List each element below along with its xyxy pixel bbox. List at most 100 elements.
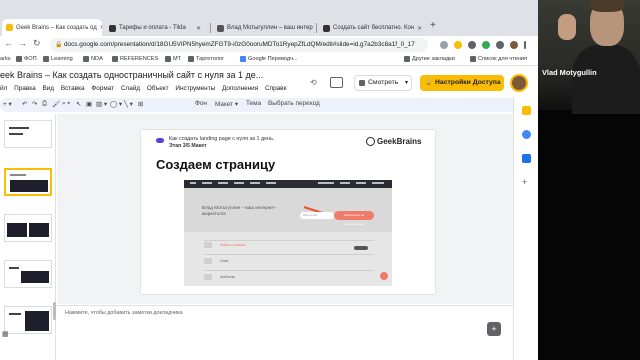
bookmark-item[interactable]: Learning (43, 56, 73, 62)
zoom-icon[interactable]: ⌕ ▾ (62, 100, 70, 108)
bookmark-label: ФОП (24, 56, 37, 62)
keep-icon[interactable] (522, 106, 531, 115)
add-addon-icon[interactable]: + (522, 178, 531, 187)
bookmark-item[interactable]: REFERENCES (112, 56, 158, 62)
reload-button[interactable]: ↻ (33, 38, 41, 49)
speaker-notes[interactable]: Нажмите, чтобы добавить заметки докладчи… (57, 305, 513, 360)
select-icon[interactable]: ↖ (76, 100, 81, 108)
tab-geekbrains[interactable]: Geek Brains – Как создать од ✕ (2, 19, 102, 36)
thumb-image (25, 311, 49, 331)
theme-button[interactable]: Тема (246, 100, 261, 107)
key-icon[interactable] (440, 41, 448, 49)
embed-row-text: Кейсы и отзывы (220, 243, 246, 247)
paint-format-icon[interactable]: 🖌 (52, 100, 60, 108)
menu-icon[interactable] (524, 41, 526, 49)
slide-filmstrip: ▦ (0, 114, 56, 360)
print-icon[interactable]: ⎙ (42, 100, 47, 108)
thumb-line (9, 127, 29, 129)
profile-icon[interactable] (510, 41, 518, 49)
bookmark-item[interactable]: Google Переводч... (240, 56, 298, 62)
tasks-icon[interactable] (522, 130, 531, 139)
slide-thumbnail[interactable] (4, 260, 52, 288)
thumb-line (9, 313, 21, 315)
tab-create-site[interactable]: Создать сайт бесплатно. Кон ✕ (319, 20, 423, 36)
back-button[interactable]: ← (4, 38, 13, 48)
puzzle-icon[interactable] (496, 41, 504, 49)
slide-thumbnail[interactable] (4, 120, 52, 148)
background-button[interactable]: Фон (195, 100, 207, 107)
thumb-line (9, 133, 23, 135)
tab-vlad[interactable]: Влад Мотыгуллин – ваш интер ✕ (213, 20, 313, 36)
comment-icon[interactable] (330, 77, 343, 88)
bookmark-item[interactable]: Другие закладки (404, 56, 455, 62)
history-icon[interactable]: ⟲ (310, 78, 317, 87)
new-tab-button[interactable]: + (430, 20, 436, 31)
menu-insert[interactable]: Вставка (61, 85, 85, 92)
menu-edit[interactable]: Правка (14, 85, 36, 92)
new-slide-icon[interactable]: + ▾ (3, 100, 12, 108)
embed-row-text: Семь (220, 259, 229, 263)
menu-file[interactable]: йл (0, 85, 7, 92)
grid-view-icon[interactable]: ▦ (2, 330, 9, 338)
redo-icon[interactable]: ↷ (32, 100, 37, 108)
menu-tools[interactable]: Инструменты (175, 85, 215, 92)
slide-thumbnail[interactable] (4, 306, 52, 334)
menu-object[interactable]: Объект (147, 85, 169, 92)
tab-tilda[interactable]: Тарифы и оплата - Tilda ✕ (105, 20, 205, 36)
bookmark-item[interactable]: MT (165, 56, 181, 62)
slide-thumbnail-selected[interactable] (4, 168, 52, 196)
calendar-icon[interactable] (522, 154, 531, 163)
bookmark-item[interactable]: Список для чтения (470, 56, 527, 62)
menu-addons[interactable]: Дополнения (222, 85, 258, 92)
folder-icon (43, 56, 49, 62)
menu-view[interactable]: Вид (42, 85, 54, 92)
present-label: Смотреть (368, 79, 399, 86)
layout-button[interactable]: Макет ▾ (215, 100, 238, 108)
bookmark-item[interactable]: Таргетолог (188, 56, 224, 62)
embed-nav-item (340, 182, 350, 184)
bookmark-item[interactable]: arks (0, 56, 11, 62)
reading-list-icon (470, 56, 476, 62)
folder-icon (83, 56, 89, 62)
bookmark-label: Learning (51, 56, 73, 62)
tab-strip: Geek Brains – Как создать од ✕ Тарифы и … (0, 0, 538, 36)
menu-help[interactable]: Справк (265, 85, 286, 92)
close-icon[interactable]: ✕ (414, 25, 422, 32)
document-title[interactable]: eek Brains – Как создать одностраничный … (0, 70, 263, 80)
bookmark-item[interactable]: NDA (83, 56, 103, 62)
thumb-image (21, 271, 49, 283)
shape-icon[interactable]: ◯ ▾ (110, 100, 122, 108)
slide[interactable]: Как создать landing page с нуля за 1 ден… (141, 130, 435, 294)
slide-thumbnail[interactable] (4, 214, 52, 242)
embed-toggle (354, 246, 368, 250)
explore-icon[interactable]: + (487, 322, 501, 336)
filmstrip-scrollbar[interactable] (53, 302, 56, 320)
embed-divider (204, 240, 374, 241)
avatar[interactable] (510, 74, 528, 92)
embed-nav-item (266, 182, 276, 184)
present-button[interactable]: Смотреть ▾ (354, 75, 412, 91)
undo-icon[interactable]: ↶ (22, 100, 27, 108)
address-bar[interactable]: 🔒 docs.google.com/presentation/d/18GU5VI… (50, 38, 428, 52)
star-icon[interactable] (454, 41, 462, 49)
embed-chat-button (380, 272, 388, 280)
textbox-icon[interactable]: ▣ (86, 100, 92, 108)
transition-button[interactable]: Выбрать переход (268, 100, 320, 107)
tab-label: Создать сайт бесплатно. Кон (333, 25, 415, 31)
close-icon[interactable]: ✕ (193, 25, 201, 32)
embed-divider (204, 254, 374, 255)
share-button[interactable]: 🔒 Настройки Доступа (420, 75, 504, 91)
forward-button[interactable]: → (18, 38, 27, 48)
line-icon[interactable]: ╲ ▾ (124, 100, 133, 108)
extension-icon[interactable] (468, 41, 476, 49)
comment-add-icon[interactable]: ⊞ (138, 100, 143, 108)
bookmark-item[interactable]: ФОП (16, 56, 37, 62)
chevron-down-icon[interactable]: ▾ (405, 76, 408, 90)
close-icon[interactable]: ✕ (97, 24, 102, 31)
grammarly-icon[interactable] (482, 41, 490, 49)
menu-slide[interactable]: Слайд (121, 85, 140, 92)
menu-format[interactable]: Формат (91, 85, 114, 92)
bookmark-label: Другие закладки (412, 56, 455, 62)
image-icon[interactable]: ▨ ▾ (96, 100, 107, 108)
embedded-screenshot[interactable]: Влад Мотыгуллин – ваш интернет- маркетол… (184, 180, 392, 286)
